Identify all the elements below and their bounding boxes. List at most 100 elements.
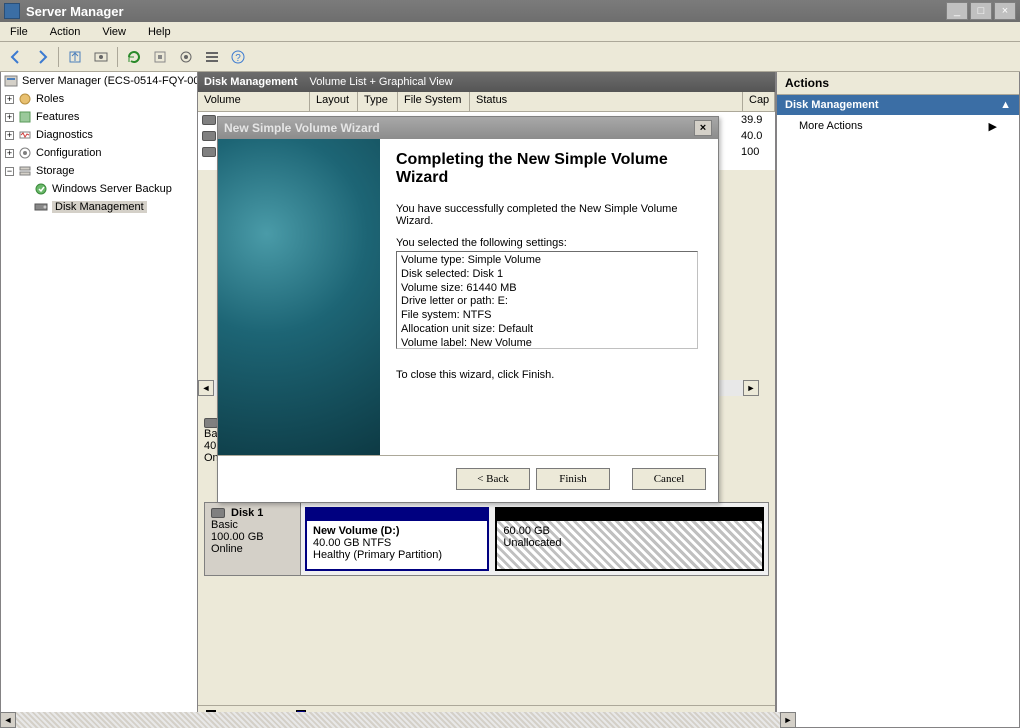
svg-text:?: ? bbox=[235, 53, 241, 64]
unallocated-label: Unallocated bbox=[503, 537, 756, 549]
menubar: File Action View Help bbox=[0, 22, 1020, 42]
col-volume[interactable]: Volume bbox=[198, 92, 310, 111]
expand-icon[interactable]: + bbox=[5, 95, 14, 104]
actions-group-disk-management[interactable]: Disk Management ▲ bbox=[777, 95, 1019, 115]
expand-icon[interactable]: + bbox=[5, 131, 14, 140]
scroll-left-button[interactable]: ◄ bbox=[198, 380, 214, 396]
disk-icon bbox=[204, 418, 218, 428]
col-filesystem[interactable]: File System bbox=[398, 92, 470, 111]
expand-icon[interactable]: + bbox=[5, 113, 14, 122]
close-window-button[interactable]: × bbox=[994, 2, 1016, 20]
partition-d[interactable]: New Volume (D:) 40.00 GB NTFS Healthy (P… bbox=[305, 507, 489, 571]
roles-icon bbox=[17, 91, 33, 107]
partition-d-size: 40.00 GB NTFS bbox=[313, 537, 481, 549]
tree-item-backup[interactable]: Windows Server Backup bbox=[1, 180, 197, 198]
disk-icon bbox=[202, 115, 216, 125]
minimize-button[interactable]: _ bbox=[946, 2, 968, 20]
tree-item-features[interactable]: + Features bbox=[1, 108, 197, 126]
wizard-button-row: < Back Finish Cancel bbox=[218, 455, 718, 502]
wizard-message-close: To close this wizard, click Finish. bbox=[396, 369, 698, 381]
content-view-mode: Volume List + Graphical View bbox=[310, 76, 453, 88]
disk1-label[interactable]: Disk 1 Basic 100.00 GB Online bbox=[205, 503, 301, 575]
diagnostics-icon bbox=[17, 127, 33, 143]
tree-root-label: Server Manager (ECS-0514-FQY-00 bbox=[22, 75, 198, 87]
close-button[interactable]: × bbox=[694, 120, 712, 136]
menu-view[interactable]: View bbox=[98, 24, 130, 40]
volume-list-header: Volume Layout Type File System Status Ca… bbox=[198, 92, 775, 112]
snapshot-button[interactable] bbox=[89, 45, 113, 69]
wizard-message-success: You have successfully completed the New … bbox=[396, 203, 698, 227]
back-button[interactable]: < Back bbox=[456, 468, 530, 490]
col-status[interactable]: Status bbox=[470, 92, 743, 111]
wizard-sidebar-image bbox=[218, 139, 380, 455]
setting-line: File system: NTFS bbox=[401, 309, 693, 323]
storage-icon bbox=[17, 163, 33, 179]
collapse-icon: ▲ bbox=[1000, 99, 1011, 111]
expand-icon[interactable]: + bbox=[5, 149, 14, 158]
window-titlebar: Server Manager _ □ × bbox=[0, 0, 1020, 22]
wizard-titlebar[interactable]: New Simple Volume Wizard × bbox=[218, 117, 718, 139]
disk-icon bbox=[211, 508, 225, 518]
menu-help[interactable]: Help bbox=[144, 24, 175, 40]
setting-line: Volume type: Simple Volume bbox=[401, 254, 693, 268]
content-header: Disk Management Volume List + Graphical … bbox=[198, 72, 775, 92]
toolbar: ? bbox=[0, 42, 1020, 72]
help-button[interactable]: ? bbox=[226, 45, 250, 69]
wizard-heading: Completing the New Simple Volume Wizard bbox=[396, 151, 698, 187]
disk-management-icon bbox=[33, 199, 49, 215]
app-icon bbox=[4, 3, 20, 19]
tree-configuration-label: Configuration bbox=[36, 147, 101, 159]
disk-icon bbox=[202, 147, 216, 157]
partition-d-title: New Volume (D:) bbox=[313, 525, 481, 537]
partition-unallocated[interactable]: 60.00 GB Unallocated bbox=[495, 507, 764, 571]
tree-storage-label: Storage bbox=[36, 165, 75, 177]
setting-line: Volume size: 61440 MB bbox=[401, 282, 693, 296]
disk1-title: Disk 1 bbox=[231, 507, 263, 519]
tree-item-configuration[interactable]: + Configuration bbox=[1, 144, 197, 162]
disk-settings-button[interactable] bbox=[174, 45, 198, 69]
tree-root[interactable]: Server Manager (ECS-0514-FQY-00 bbox=[1, 72, 197, 90]
scroll-right-button[interactable]: ► bbox=[743, 380, 759, 396]
menu-file[interactable]: File bbox=[6, 24, 32, 40]
navigation-tree[interactable]: Server Manager (ECS-0514-FQY-00 + Roles … bbox=[0, 72, 198, 728]
tree-item-disk-management[interactable]: Disk Management bbox=[1, 198, 197, 216]
col-type[interactable]: Type bbox=[358, 92, 398, 111]
disk-row-disk1: Disk 1 Basic 100.00 GB Online New Volume… bbox=[204, 502, 769, 576]
disk1-status: Online bbox=[211, 543, 294, 555]
finish-button[interactable]: Finish bbox=[536, 468, 610, 490]
features-icon bbox=[17, 109, 33, 125]
col-layout[interactable]: Layout bbox=[310, 92, 358, 111]
scroll-right-button[interactable]: ► bbox=[780, 712, 796, 728]
settings-button[interactable] bbox=[148, 45, 172, 69]
tree-item-roles[interactable]: + Roles bbox=[1, 90, 197, 108]
disk1-type: Basic bbox=[211, 519, 294, 531]
forward-button[interactable] bbox=[30, 45, 54, 69]
tree-item-storage[interactable]: − Storage bbox=[1, 162, 197, 180]
tree-item-diagnostics[interactable]: + Diagnostics bbox=[1, 126, 197, 144]
settings-summary-box[interactable]: Volume type: Simple Volume Disk selected… bbox=[396, 251, 698, 349]
tree-features-label: Features bbox=[36, 111, 79, 123]
menu-action[interactable]: Action bbox=[46, 24, 85, 40]
actions-header: Actions bbox=[777, 72, 1019, 95]
content-title: Disk Management bbox=[204, 76, 298, 88]
cancel-button[interactable]: Cancel bbox=[632, 468, 706, 490]
wizard-title: New Simple Volume Wizard bbox=[224, 121, 380, 135]
action-more-actions[interactable]: More Actions ▶ bbox=[777, 115, 1019, 138]
setting-line: Drive letter or path: E: bbox=[401, 295, 693, 309]
back-button[interactable] bbox=[4, 45, 28, 69]
view-list-button[interactable] bbox=[200, 45, 224, 69]
collapse-icon[interactable]: − bbox=[5, 167, 14, 176]
setting-line: Disk selected: Disk 1 bbox=[401, 268, 693, 282]
up-button[interactable] bbox=[63, 45, 87, 69]
configuration-icon bbox=[17, 145, 33, 161]
wizard-message-settings-intro: You selected the following settings: bbox=[396, 237, 698, 249]
tree-disk-mgmt-label: Disk Management bbox=[52, 201, 147, 213]
maximize-button[interactable]: □ bbox=[970, 2, 992, 20]
window-title: Server Manager bbox=[26, 4, 124, 19]
disk-icon bbox=[202, 131, 216, 141]
unallocated-size: 60.00 GB bbox=[503, 525, 756, 537]
scroll-left-button[interactable]: ◄ bbox=[0, 712, 16, 728]
scrollbar-track[interactable] bbox=[16, 712, 780, 728]
col-capacity[interactable]: Cap bbox=[743, 92, 775, 111]
refresh-button[interactable] bbox=[122, 45, 146, 69]
